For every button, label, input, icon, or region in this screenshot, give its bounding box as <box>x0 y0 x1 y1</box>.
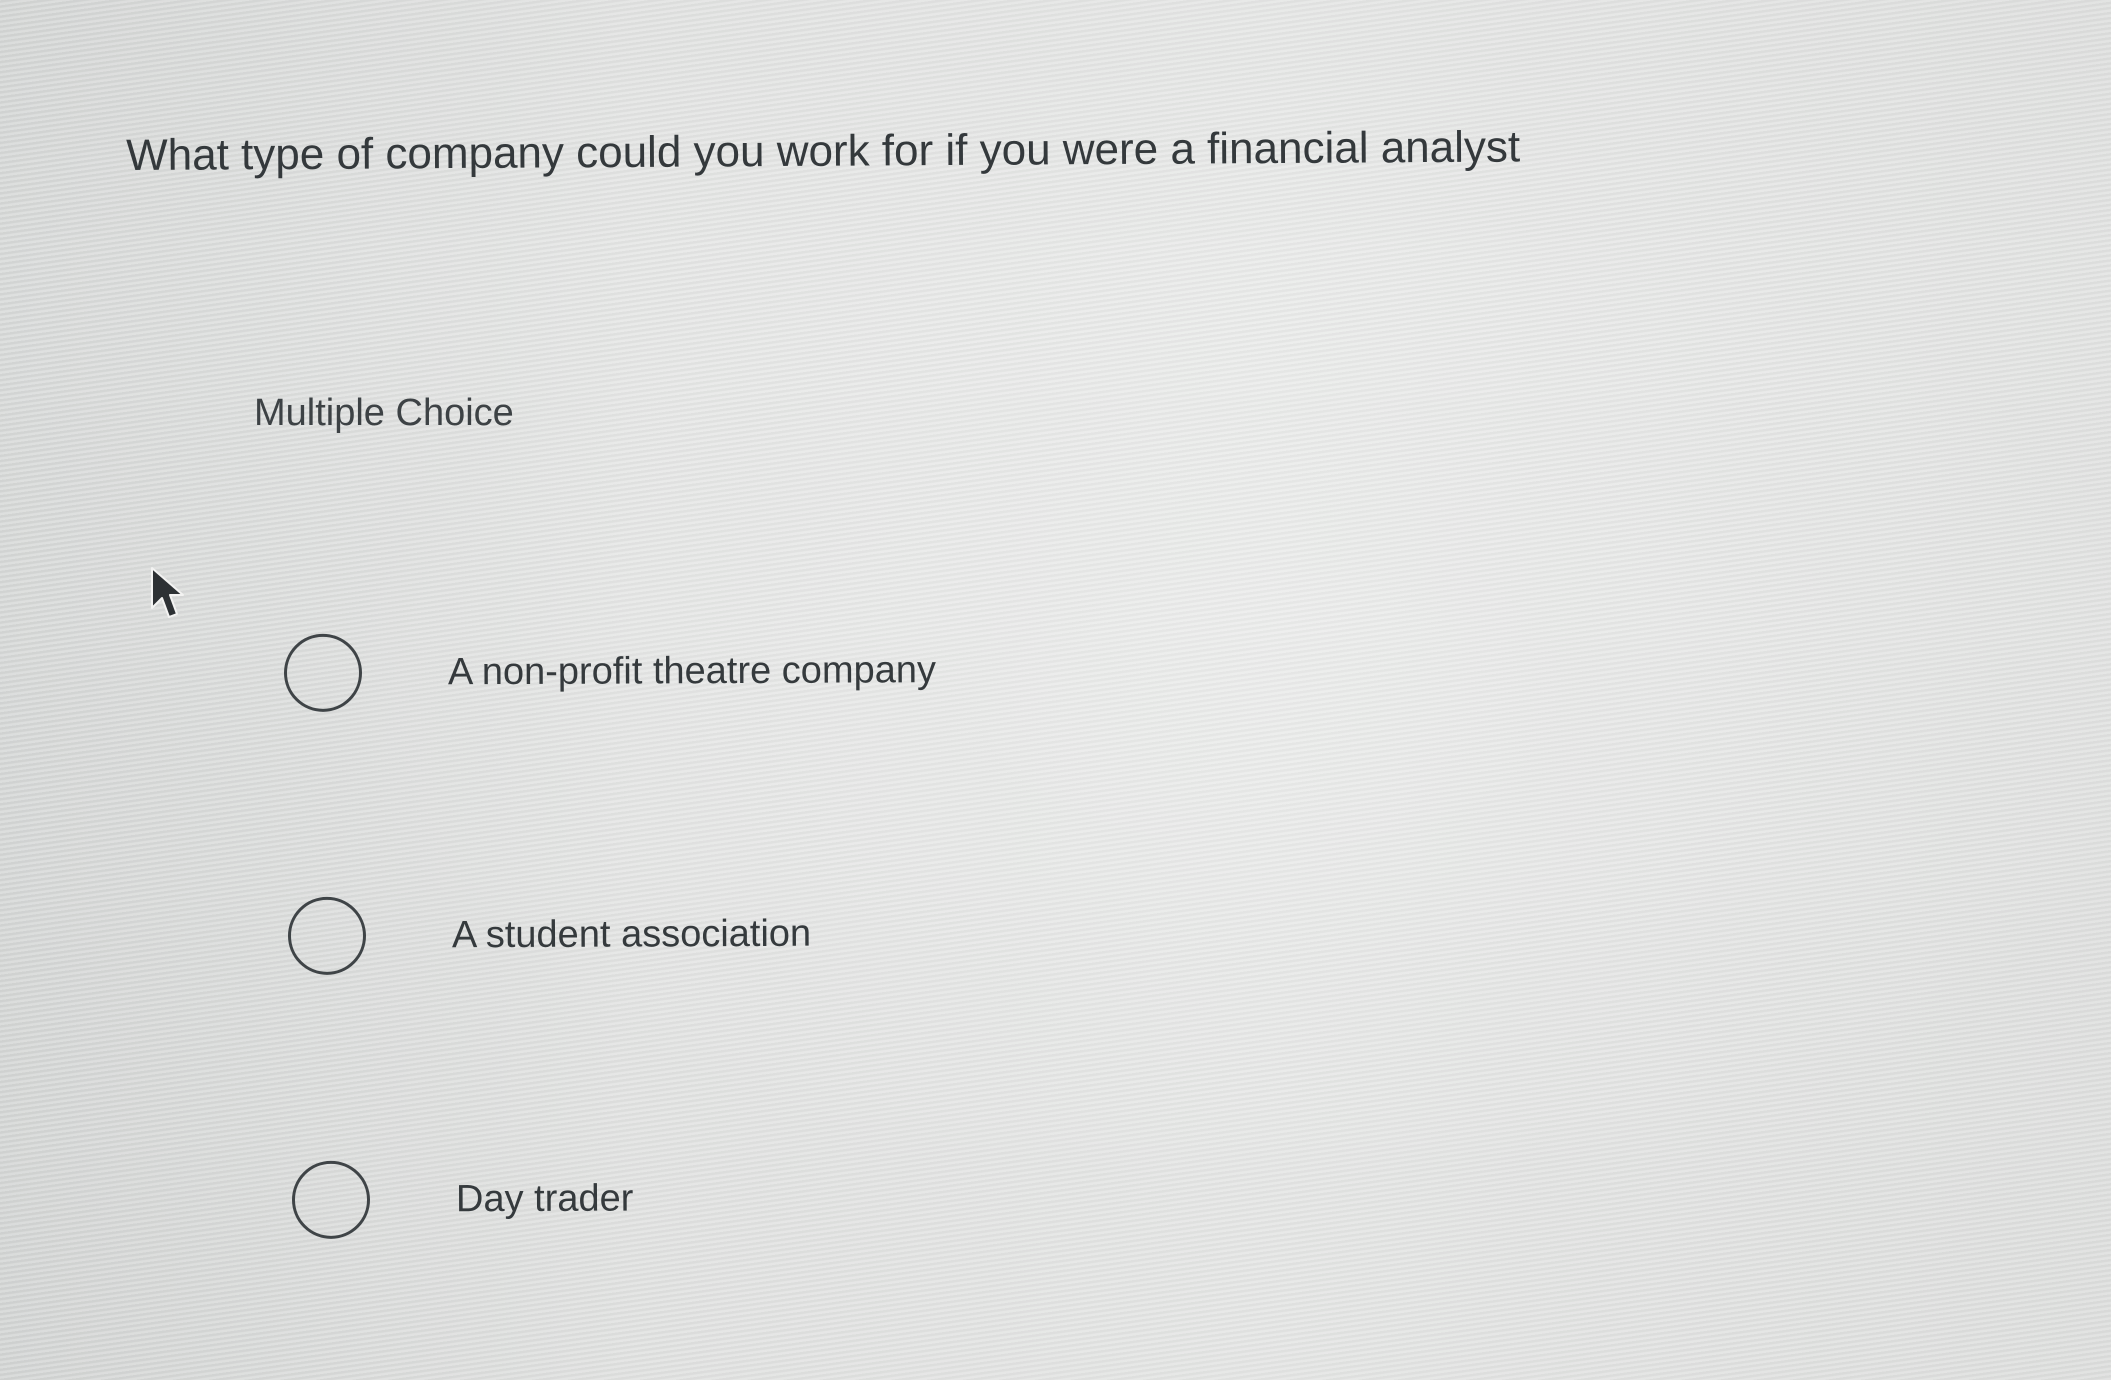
radio-button-empty-icon[interactable] <box>283 633 363 712</box>
answer-choice-label: Day trader <box>455 1177 634 1221</box>
radio-button-empty-icon[interactable] <box>287 896 367 975</box>
answer-choice-1[interactable]: A non-profit theatre company <box>283 624 1184 718</box>
answer-choice-label: A non-profit theatre company <box>447 649 937 694</box>
answer-choice-3[interactable]: Day trader <box>291 1151 1192 1245</box>
answer-choices: A non-profit theatre company A student a… <box>0 0 2111 1380</box>
answer-choice-2[interactable]: A student association <box>287 887 1188 981</box>
answer-choice-label: A student association <box>451 912 812 957</box>
radio-button-empty-icon[interactable] <box>291 1160 371 1239</box>
